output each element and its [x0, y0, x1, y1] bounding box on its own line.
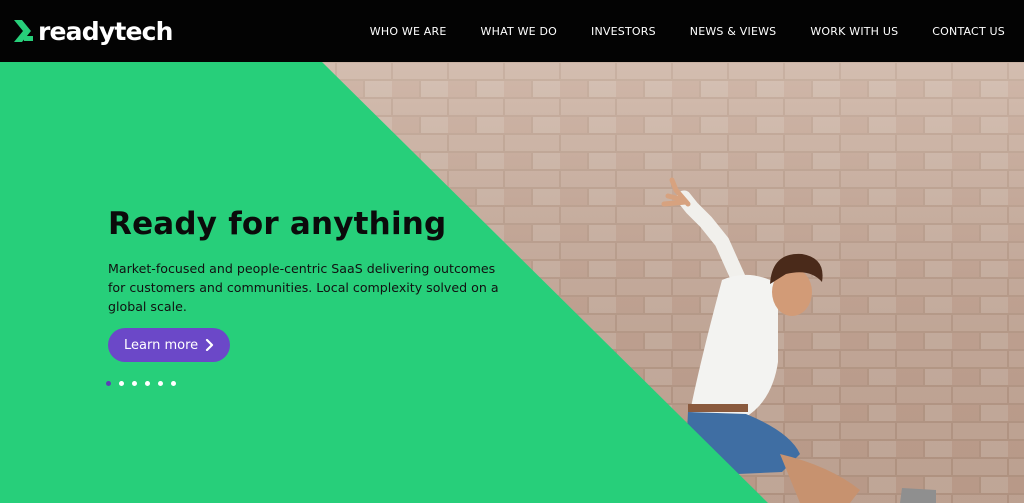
nav-item-what-we-do[interactable]: WHAT WE DO — [481, 25, 558, 38]
logo-text: readytech — [38, 16, 173, 46]
nav-item-who-we-are[interactable]: WHO WE ARE — [370, 25, 447, 38]
carousel-dot-1[interactable] — [106, 381, 111, 386]
learn-more-button[interactable]: Learn more — [108, 328, 230, 362]
hero-carousel: Ready for anything Market-focused and pe… — [0, 62, 1024, 503]
readytech-logo[interactable]: readytech — [12, 14, 173, 48]
carousel-dots — [106, 381, 176, 386]
site-header: readytech WHO WE ARE WHAT WE DO INVESTOR… — [0, 0, 1024, 62]
chevron-logo-icon — [14, 20, 33, 42]
nav-item-contact-us[interactable]: CONTACT US — [932, 25, 1005, 38]
main-nav: WHO WE ARE WHAT WE DO INVESTORS NEWS & V… — [370, 0, 1005, 62]
hero-title: Ready for anything — [108, 206, 447, 242]
chevron-right-icon — [205, 339, 214, 351]
learn-more-label: Learn more — [124, 337, 199, 353]
carousel-dot-4[interactable] — [145, 381, 150, 386]
carousel-dot-2[interactable] — [119, 381, 124, 386]
carousel-dot-6[interactable] — [171, 381, 176, 386]
nav-item-work-with-us[interactable]: WORK WITH US — [810, 25, 898, 38]
nav-item-investors[interactable]: INVESTORS — [591, 25, 656, 38]
carousel-dot-5[interactable] — [158, 381, 163, 386]
carousel-dot-3[interactable] — [132, 381, 137, 386]
hero-description: Market-focused and people-centric SaaS d… — [108, 261, 499, 314]
nav-item-news-views[interactable]: NEWS & VIEWS — [690, 25, 777, 38]
